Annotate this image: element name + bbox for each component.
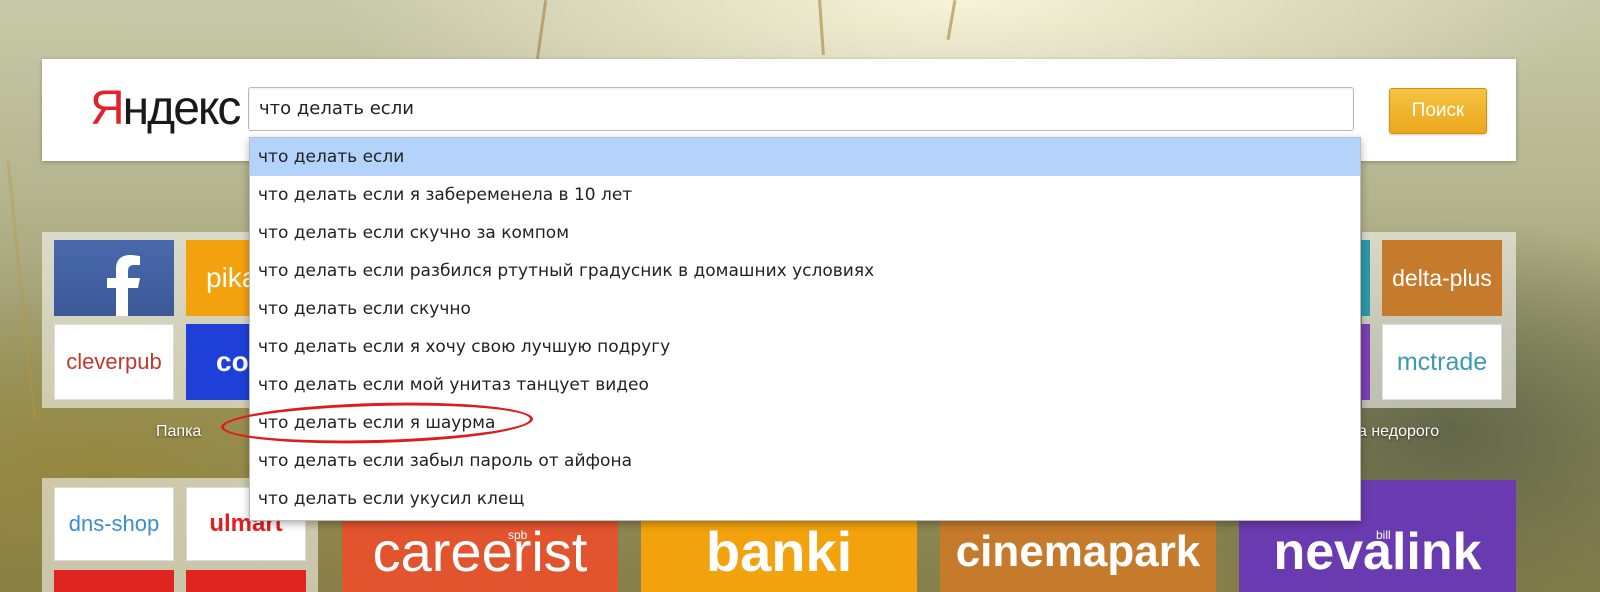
folder-label[interactable]: Папка: [156, 423, 201, 441]
banki-label: banki: [705, 520, 853, 583]
suggestion-item[interactable]: что делать если скучно за компом: [250, 214, 1360, 252]
nevalink-label: nevalink: [1273, 523, 1482, 581]
right-group-label[interactable]: а недорого: [1358, 423, 1439, 441]
pikabu-label: pika: [206, 262, 258, 293]
tile-red-partial-2[interactable]: [186, 570, 306, 592]
suggestion-item[interactable]: что делать если я хочу свою лучшую подру…: [250, 328, 1360, 366]
tile-red-partial-1[interactable]: [54, 570, 174, 592]
search-button[interactable]: Поиск: [1389, 88, 1487, 134]
yandex-logo[interactable]: Яндекс: [90, 79, 242, 139]
cleverpub-label: cleverpub: [66, 349, 162, 374]
background-grass: [535, 0, 548, 60]
background-grass: [6, 160, 37, 420]
logo-text: ндекс: [122, 82, 242, 135]
tile-cleverpub[interactable]: cleverpub: [54, 324, 174, 400]
background-grass: [946, 0, 957, 40]
search-input[interactable]: что делать если: [248, 87, 1354, 131]
suggestion-item[interactable]: что делать если: [250, 138, 1360, 176]
cinemapark-label: cinemapark: [955, 527, 1201, 576]
suggestion-item[interactable]: что делать если мой унитаз танцует видео: [250, 366, 1360, 404]
tile-dns-shop[interactable]: dns-shop: [54, 487, 174, 561]
suggestion-item[interactable]: что делать если разбился ртутный градусн…: [250, 252, 1360, 290]
suggestion-item[interactable]: что делать если укусил клещ: [250, 480, 1360, 518]
background-grass: [818, 0, 825, 56]
facebook-icon: [107, 255, 140, 316]
suggestion-item[interactable]: что делать если забыл пароль от айфона: [250, 442, 1360, 480]
suggestion-item[interactable]: что делать если я забеременела в 10 лет: [250, 176, 1360, 214]
tile-facebook[interactable]: [54, 240, 174, 316]
logo-letter: Я: [90, 82, 125, 135]
mctrade-label: mctrade: [1396, 347, 1488, 376]
tile-mctrade[interactable]: mctrade: [1382, 324, 1502, 400]
dns-shop-label: dns-shop: [68, 511, 160, 536]
tile-delta-plus[interactable]: delta-plus: [1382, 240, 1502, 316]
careerist-label: careerist: [372, 520, 588, 583]
suggestion-item[interactable]: что делать если скучно: [250, 290, 1360, 328]
search-suggestions: что делать если что делать если я забере…: [249, 137, 1361, 521]
delta-plus-label: delta-plus: [1392, 264, 1492, 291]
